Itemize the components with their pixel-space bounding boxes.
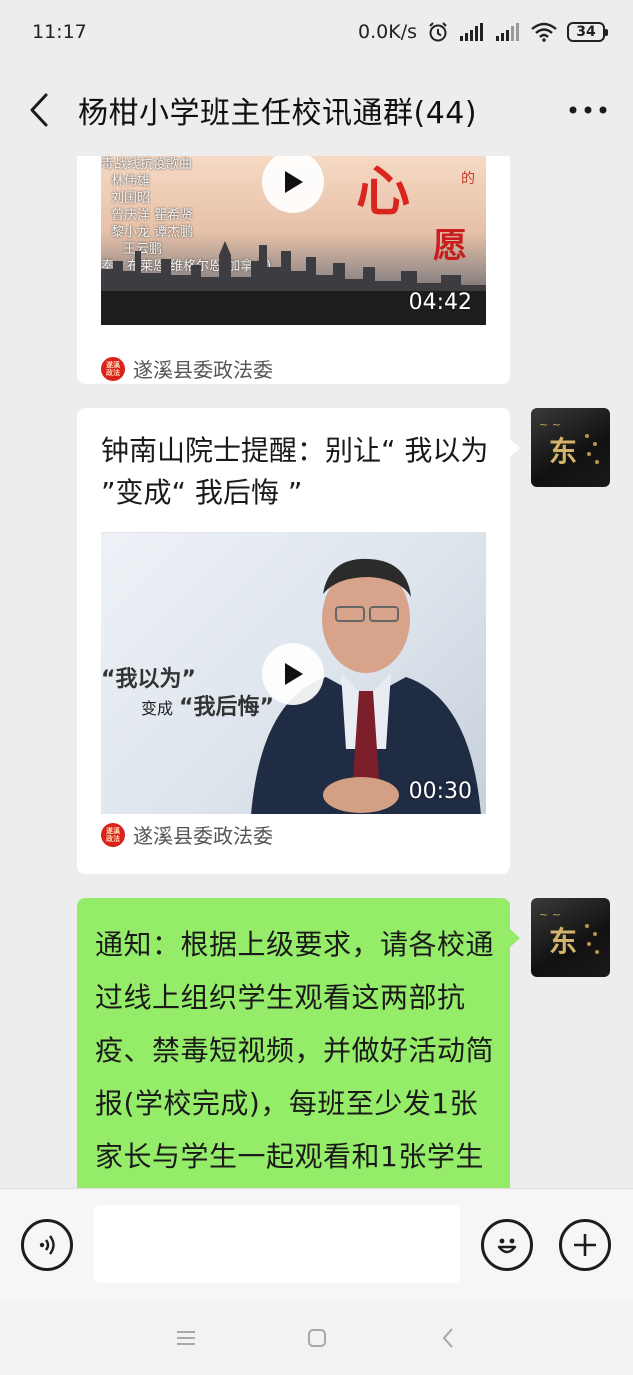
video-message-card[interactable]: 毒战线抗疫歌曲 林伟雄 刘国昭 曾庆洋 瞿希贤 黎小龙 谭杰鹏 王云鹏 奏：布莱… xyxy=(77,156,510,384)
sender-avatar[interactable]: ~ ~ 东 xyxy=(531,898,610,977)
video-message-card[interactable]: 钟南山院士提醒：别让“ 我以为 ”变成“ 我后悔 ” “我以为” 变成 “我后悔… xyxy=(77,408,520,874)
signal-icon xyxy=(459,22,485,42)
message-input-bar xyxy=(0,1188,633,1300)
avatar-glyph: 东 xyxy=(549,435,578,468)
play-icon xyxy=(285,171,303,193)
video-card-title: 钟南山院士提醒：别让“ 我以为 ”变成“ 我后悔 ” xyxy=(101,434,489,509)
credit-line: 毒战线抗疫歌曲 xyxy=(101,157,193,172)
source-name: 遂溪县委政法委 xyxy=(133,358,273,382)
bubble-arrow xyxy=(509,438,520,458)
chat-area[interactable]: 毒战线抗疫歌曲 林伟雄 刘国昭 曾庆洋 瞿希贤 黎小龙 谭杰鹏 王云鹏 奏：布莱… xyxy=(0,156,633,1188)
overlay-text-2: “我后悔” xyxy=(179,695,274,720)
play-button[interactable] xyxy=(262,643,324,705)
plus-icon xyxy=(574,1234,596,1256)
bubble-arrow xyxy=(509,928,520,948)
nav-back-button[interactable] xyxy=(418,1308,478,1368)
emoji-button[interactable] xyxy=(481,1219,533,1271)
home-icon xyxy=(307,1328,326,1347)
status-time: 11:17 xyxy=(32,21,87,43)
emoji-icon xyxy=(497,1238,517,1254)
status-indicators: 0.0K/s 34 xyxy=(358,21,608,43)
voice-button[interactable] xyxy=(21,1219,73,1271)
back-button[interactable] xyxy=(0,64,78,156)
menu-button[interactable] xyxy=(156,1308,216,1368)
status-bar: 11:17 0.0K/s 34 xyxy=(0,0,633,64)
source-logo-icon: 遂溪 政法 xyxy=(101,356,125,381)
message-input[interactable] xyxy=(94,1205,460,1283)
avatar-decoration xyxy=(585,924,599,954)
city-skyline-image xyxy=(101,241,486,291)
more-icon xyxy=(569,106,607,114)
menu-icon xyxy=(176,1330,195,1345)
video-duration: 00:30 xyxy=(408,779,472,804)
avatar-decoration xyxy=(585,434,599,464)
alarm-icon xyxy=(427,21,449,43)
video-source[interactable]: 遂溪 政法 遂溪县委政法委 xyxy=(101,820,273,849)
wifi-icon xyxy=(531,22,557,42)
text-message-bubble[interactable]: 通知：根据上级要求，请各校通过线上组织学生观看这两部抗疫、禁毒短视频，并做好活动… xyxy=(77,898,520,1188)
signal-icon xyxy=(495,22,521,42)
source-name: 遂溪县委政法委 xyxy=(133,824,273,848)
play-button[interactable] xyxy=(262,156,324,213)
nav-back-icon xyxy=(442,1327,453,1348)
chat-header: 杨柑小学班主任校讯通群(44) xyxy=(0,64,633,156)
credit-line: 刘国昭 xyxy=(111,191,151,206)
plus-button[interactable] xyxy=(559,1219,611,1271)
play-icon xyxy=(285,663,303,685)
home-button[interactable] xyxy=(287,1308,347,1368)
overlay-text-prefix: 变成 xyxy=(141,699,174,718)
cover-text-small: 的 xyxy=(461,171,475,187)
video-thumbnail[interactable]: 毒战线抗疫歌曲 林伟雄 刘国昭 曾庆洋 瞿希贤 黎小龙 谭杰鹏 王云鹏 奏：布莱… xyxy=(101,156,486,325)
sender-avatar[interactable]: ~ ~ 东 xyxy=(531,408,610,487)
message-text: 通知：根据上级要求，请各校通过线上组织学生观看这两部抗疫、禁毒短视频，并做好活动… xyxy=(95,928,495,1173)
source-logo-icon: 遂溪 政法 xyxy=(101,822,125,847)
system-nav-bar xyxy=(0,1300,633,1375)
chat-title: 杨柑小学班主任校讯通群(44) xyxy=(78,96,478,131)
video-duration: 04:42 xyxy=(408,290,472,315)
voice-icon xyxy=(39,1235,55,1255)
back-arrow-icon xyxy=(30,93,48,127)
credit-line: 林伟雄 xyxy=(111,174,151,189)
video-source[interactable]: 遂溪 政法 遂溪县委政法委 xyxy=(101,354,273,383)
more-button[interactable] xyxy=(543,64,633,156)
avatar-glyph: 东 xyxy=(549,925,578,958)
network-speed: 0.0K/s xyxy=(358,21,417,43)
cover-text-main: 心 xyxy=(356,159,410,223)
video-thumbnail[interactable]: “我以为” 变成 “我后悔” 00:30 xyxy=(101,532,486,814)
battery-icon: 34 xyxy=(567,22,608,42)
